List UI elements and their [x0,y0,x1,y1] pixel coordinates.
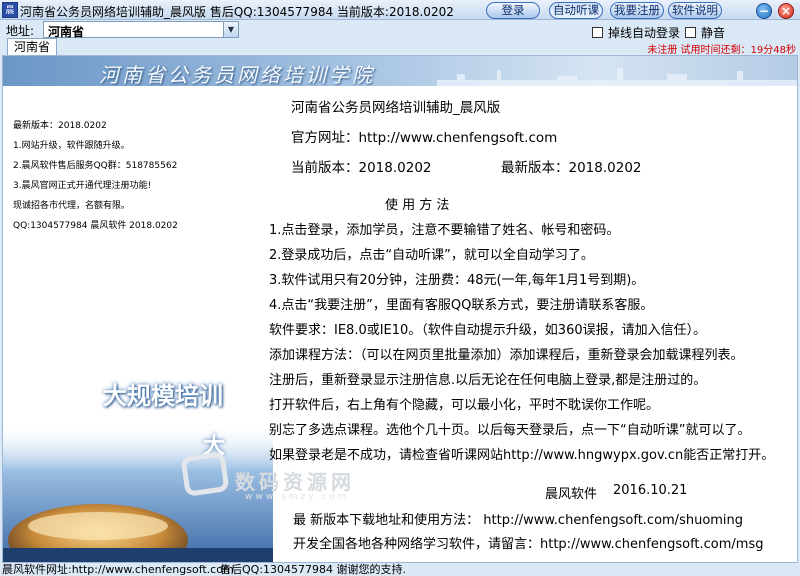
news-item: QQ:1304577984 晨风软件 2018.0202 [13,221,178,231]
usage-step: 4.点击“我要注册”，里面有客服QQ联系方式，要注册请联系客服。 [269,298,654,313]
note-text: 如果登录老是不成功，请检查省听课网站http://www.hngwypx.gov… [269,448,775,463]
auto-relogin-label: 掉线自动登录 [608,26,681,40]
watermark-logo-icon [180,451,230,497]
checkbox-box[interactable] [685,27,696,38]
title-bar: 晨 河南省公务员网络培训辅助_晨风版 售后QQ:1304577984 当前版本:… [0,0,800,20]
develop-line: 开发全国各地各种网络学习软件，请留言：http://www.chenfengso… [293,537,764,552]
status-website: 晨风软件网址:http://www.chenfengsoft.com [2,563,234,576]
tab-henan[interactable]: 河南省 [7,38,57,55]
status-bar: 晨风软件网址:http://www.chenfengsoft.com 售后QQ:… [0,563,800,576]
app-icon: 晨 [2,2,18,18]
manual-button[interactable]: 软件说明 [668,2,722,19]
note-text: 打开软件后，右上角有个隐藏，可以最小化，平时不耽误你工作呢。 [269,398,660,413]
content-area: 河南省公务员网络培训学院 最新版本：2018.0202 1.网站升级，软件跟随升… [2,55,798,563]
status-support: 售后QQ:1304577984 谢谢您的支持. [220,563,407,576]
news-version: 最新版本：2018.0202 [13,121,107,131]
banner: 河南省公务员网络培训学院 [3,56,797,87]
usage-heading: 使 用 方 法 [385,198,450,213]
news-item: 现诚招各市代理，名额有限。 [13,201,131,211]
checkbox-box[interactable] [592,27,603,38]
stadium-image [3,422,273,562]
banner-title: 河南省公务员网络培训学院 [99,63,375,87]
note-text: 别忘了多选点课程。选他个几十页。以后每天登录后，点一下“自动听课”就可以了。 [269,423,751,438]
signature-date: 2016.10.21 [613,483,688,498]
website-text: 官方网址：http://www.chenfengsoft.com [291,130,558,146]
download-line: 最 新版本下载地址和使用方法： http://www.chenfengsoft.… [293,513,744,528]
province-select[interactable]: 河南省 ▼ [43,21,239,39]
register-button[interactable]: 我要注册 [610,2,664,19]
note-text: 添加课程方法：（可以在网页里批量添加）添加课程后，重新登录会加载课程列表。 [269,348,744,363]
auto-relogin-checkbox[interactable]: 掉线自动登录 [592,24,680,41]
usage-step: 2.登录成功后，点击“自动听课”，就可以全自动学习了。 [269,248,594,263]
address-label: 地址: [6,24,35,38]
news-item: 2.晨风软件售后服务QQ群：518785562 [13,161,178,171]
news-item: 3.晨风官网正式开通代理注册功能! [13,181,152,191]
app-title-text: 河南省公务员网络培训辅助_晨风版 [291,100,501,116]
close-icon[interactable]: × [778,3,794,19]
chevron-down-icon[interactable]: ▼ [223,22,238,37]
watermark-sub: www.smzy.com [245,492,350,502]
usage-step: 1.点击登录，添加学员，注意不要输错了姓名、帐号和密码。 [269,223,620,238]
news-item: 1.网站升级，软件跟随升级。 [13,141,130,151]
registration-status: 未注册 试用时间还剩：19分48秒 [647,45,796,56]
signature-name: 晨风软件 [545,487,598,502]
latest-version-text: 最新版本：2018.0202 [501,160,642,176]
mute-label: 静音 [701,26,726,40]
skyline-image [437,68,797,86]
watermark-text: 数码资源网 [235,470,355,494]
usage-step: 3.软件试用只有20分钟，注册费：48元(一年,每年1月1号到期)。 [269,273,645,288]
window-title: 河南省公务员网络培训辅助_晨风版 售后QQ:1304577984 当前版本:20… [20,5,454,19]
auto-listen-button[interactable]: 自动听课 [549,2,603,19]
current-version-text: 当前版本：2018.0202 [291,160,432,176]
mute-checkbox[interactable]: 静音 [685,24,725,41]
note-text: 软件要求：IE8.0或IE10。（软件自动提示升级，如360误报，请加入信任）。 [269,323,707,338]
minimize-icon[interactable]: − [756,3,772,19]
note-text: 注册后，重新登录显示注册信息.以后无论在任何电脑上登录,都是注册过的。 [269,373,707,388]
login-button[interactable]: 登录 [486,2,540,19]
decoration-text: 大规模培训 [103,382,223,410]
